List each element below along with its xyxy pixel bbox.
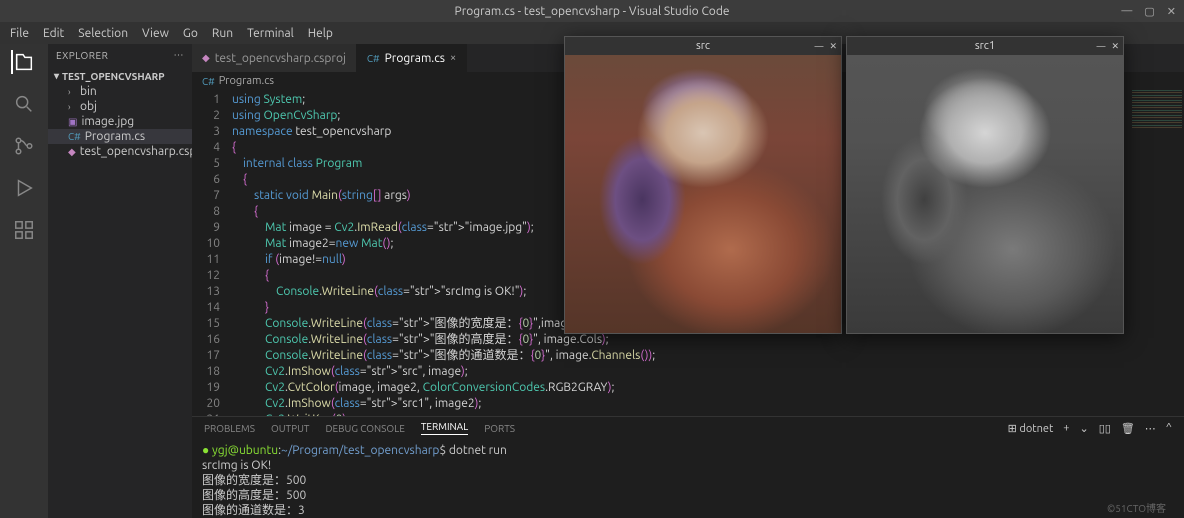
image-content <box>847 55 1123 333</box>
csharp-file-icon: C# <box>202 76 215 87</box>
panel-more-icon[interactable]: ⋯ <box>1145 422 1156 435</box>
source-control-icon[interactable] <box>12 134 36 158</box>
window-minimize-icon[interactable]: — <box>1096 41 1105 52</box>
window-close-icon[interactable]: ✕ <box>1167 5 1176 18</box>
tab-test_opencvsharp-csproj[interactable]: ◆test_opencvsharp.csproj <box>192 44 357 72</box>
line-numbers: 1234567891011121314151617181920212223242… <box>192 90 232 416</box>
menu-selection[interactable]: Selection <box>72 25 134 42</box>
tree-item-image-jpg[interactable]: ▣image.jpg <box>48 114 192 129</box>
sidebar-more-icon[interactable]: ⋯ <box>174 49 185 61</box>
search-icon[interactable] <box>12 92 36 116</box>
menu-go[interactable]: Go <box>177 25 204 42</box>
tree-item-obj[interactable]: ›obj <box>48 99 192 114</box>
activity-bar <box>0 44 48 518</box>
panel-tab-output[interactable]: OUTPUT <box>271 423 310 434</box>
sidebar: EXPLORER ⋯ ▾ TEST_OPENCVSHARP ›bin›obj▣i… <box>48 44 192 518</box>
image-content <box>565 55 841 333</box>
panel-tab-terminal[interactable]: TERMINAL <box>421 421 468 435</box>
window-close-icon[interactable]: ✕ <box>1111 41 1119 52</box>
project-root[interactable]: ▾ TEST_OPENCVSHARP <box>48 68 192 84</box>
explorer-icon[interactable] <box>11 50 35 74</box>
chevron-down-icon: ▾ <box>54 70 59 82</box>
window-close-icon[interactable]: ✕ <box>829 41 837 52</box>
minimap[interactable] <box>1132 90 1182 170</box>
menu-edit[interactable]: Edit <box>37 25 70 42</box>
window-maximize-icon[interactable]: ▢ <box>1144 5 1154 18</box>
window-minimize-icon[interactable]: — <box>1121 5 1132 18</box>
menu-help[interactable]: Help <box>302 25 339 42</box>
panel-tab-debug-console[interactable]: DEBUG CONSOLE <box>325 423 404 434</box>
image-window-titlebar[interactable]: src1—✕ <box>847 37 1123 55</box>
image-window-src[interactable]: src—✕ <box>564 36 842 334</box>
image-window-titlebar[interactable]: src—✕ <box>565 37 841 55</box>
panel-maximize-icon[interactable]: ^ <box>1166 422 1172 434</box>
sidebar-title: EXPLORER <box>56 50 108 61</box>
image-window-src1[interactable]: src1—✕ <box>846 36 1124 334</box>
tree-item-test_opencvsharp-csproj[interactable]: ◆test_opencvsharp.csproj <box>48 144 192 159</box>
panel-tab-ports[interactable]: PORTS <box>484 423 515 434</box>
close-tab-icon[interactable]: × <box>450 52 456 64</box>
split-terminal-icon[interactable]: ▯▯ <box>1099 422 1111 435</box>
tab-program-cs[interactable]: C#Program.cs× <box>357 44 467 72</box>
tree-item-bin[interactable]: ›bin <box>48 84 192 99</box>
panel-tabs: PROBLEMS OUTPUT DEBUG CONSOLE TERMINAL PORTS… <box>192 417 1184 439</box>
terminal-shell-label[interactable]: ⊞ dotnet <box>1008 422 1054 435</box>
menu-file[interactable]: File <box>4 25 35 42</box>
new-terminal-icon[interactable]: + <box>1063 422 1069 434</box>
terminal-dropdown-icon[interactable]: ⌄ <box>1079 422 1088 435</box>
csharp-file-icon: C# <box>367 53 380 64</box>
menu-run[interactable]: Run <box>206 25 239 42</box>
csharp-file-icon: C# <box>68 131 81 142</box>
panel-tab-problems[interactable]: PROBLEMS <box>204 423 255 434</box>
bottom-panel: PROBLEMS OUTPUT DEBUG CONSOLE TERMINAL PORTS… <box>192 416 1184 518</box>
kill-terminal-icon[interactable]: 🗑 <box>1121 422 1135 435</box>
run-debug-icon[interactable] <box>12 176 36 200</box>
title-bar: Program.cs - test_opencvsharp - Visual S… <box>0 0 1184 22</box>
watermark: ©51CTO博客 <box>1107 500 1166 515</box>
window-title: Program.cs - test_opencvsharp - Visual S… <box>455 5 730 18</box>
csproj-file-icon: ◆ <box>68 146 76 158</box>
csproj-file-icon: ◆ <box>202 52 210 64</box>
extensions-icon[interactable] <box>12 218 36 242</box>
menu-view[interactable]: View <box>136 25 175 42</box>
menu-terminal[interactable]: Terminal <box>241 25 300 42</box>
terminal[interactable]: ● ygj@ubuntu:~/Program/test_opencvsharp$… <box>192 439 1184 518</box>
image-file-icon: ▣ <box>68 116 77 128</box>
tree-item-program-cs[interactable]: C#Program.cs <box>48 129 192 144</box>
window-minimize-icon[interactable]: — <box>814 41 823 52</box>
